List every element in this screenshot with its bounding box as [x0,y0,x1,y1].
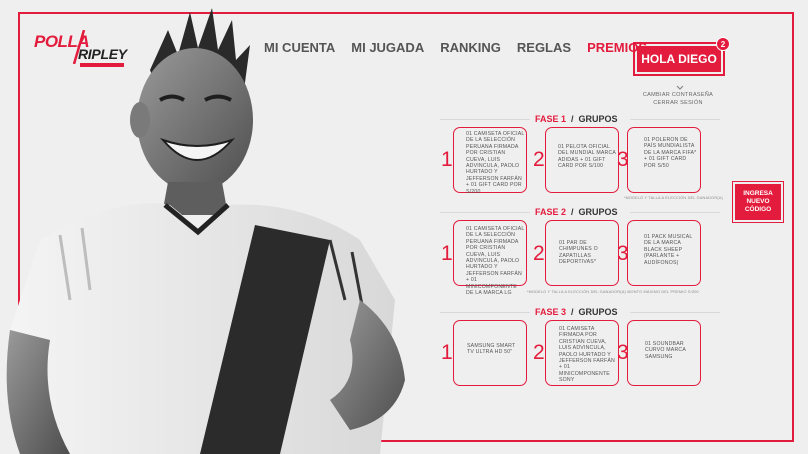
fase-2-title: FASE 2/GRUPOS [535,207,618,217]
user-menu-button[interactable]: HOLA DIEGO [633,42,725,76]
prize-description: 01 POLERON DE PAÍS MUNDIALISTA DE LA MAR… [644,137,697,169]
fase-divider [440,119,530,120]
prize-description: 01 CAMISETA OFICIAL DE LA SELECCIÓN PERU… [466,226,525,297]
player-photo [0,0,440,454]
fase-group: GRUPOS [578,207,618,217]
nav-reglas[interactable]: REGLAS [517,40,571,55]
prize-description: 01 PACK MUSICAL DE LA MARCA BLACK SHEEP … [644,234,693,266]
logout-link[interactable]: CERRAR SESIÓN [608,100,748,106]
logo-tagline-bar [80,63,124,67]
prize-description: 01 SOUNDBAR CURVO MARCA SAMSUNG [645,341,686,360]
fase-3-title: FASE 3/GRUPOS [535,307,618,317]
prize-description: 01 CAMISETA FIRMADA POR CRISTIAN CUEVA, … [559,326,615,384]
fase-divider [630,312,720,313]
nav-ranking[interactable]: RANKING [440,40,501,55]
fase-1-title: FASE 1/GRUPOS [535,114,618,124]
fase-group: GRUPOS [578,114,618,124]
fase-divider [630,212,720,213]
change-password-link[interactable]: CAMBIAR CONTRASEÑA [608,92,748,98]
fase-divider [630,119,720,120]
ingresa-nuevo-codigo-button[interactable]: INGRESA NUEVO CÓDIGO [732,181,784,223]
prize-description: 01 PELOTA OFICIAL DEL MUNDIAL MARCA ADID… [558,144,616,170]
notification-badge[interactable]: 2 [716,37,730,51]
prize-description: 01 CAMISETA OFICIAL DE LA SELECCIÓN PERU… [466,131,525,195]
fase-label: FASE 2 [535,207,567,217]
player-photo-graphic [6,8,405,454]
fase-label: FASE 3 [535,307,567,317]
prize-description: SAMSUNG SMART TV ULTRA HD 50" [467,343,516,356]
fase-note: *MODELO Y TALLA A ELECCIÓN DEL GANADOR(A… [624,196,723,200]
prize-description: 01 PAR DE CHIMPUNES O ZAPATILLAS DEPORTI… [559,240,598,266]
fase-label: FASE 1 [535,114,567,124]
fase-note: *MODELO Y TALLA A ELECCIÓN DEL GANADOR(A… [527,290,699,294]
logo-ripley-text: RIPLEY [78,46,127,62]
nav-mi-cuenta[interactable]: MI CUENTA [264,40,335,55]
polla-ripley-logo[interactable]: POLLA RIPLEY [34,28,134,68]
main-nav: MI CUENTA MI JUGADA RANKING REGLAS PREMI… [264,40,647,55]
chevron-down-icon[interactable] [676,85,684,91]
fase-divider [440,212,530,213]
fase-group: GRUPOS [578,307,618,317]
nav-mi-jugada[interactable]: MI JUGADA [351,40,424,55]
fase-divider [440,312,530,313]
